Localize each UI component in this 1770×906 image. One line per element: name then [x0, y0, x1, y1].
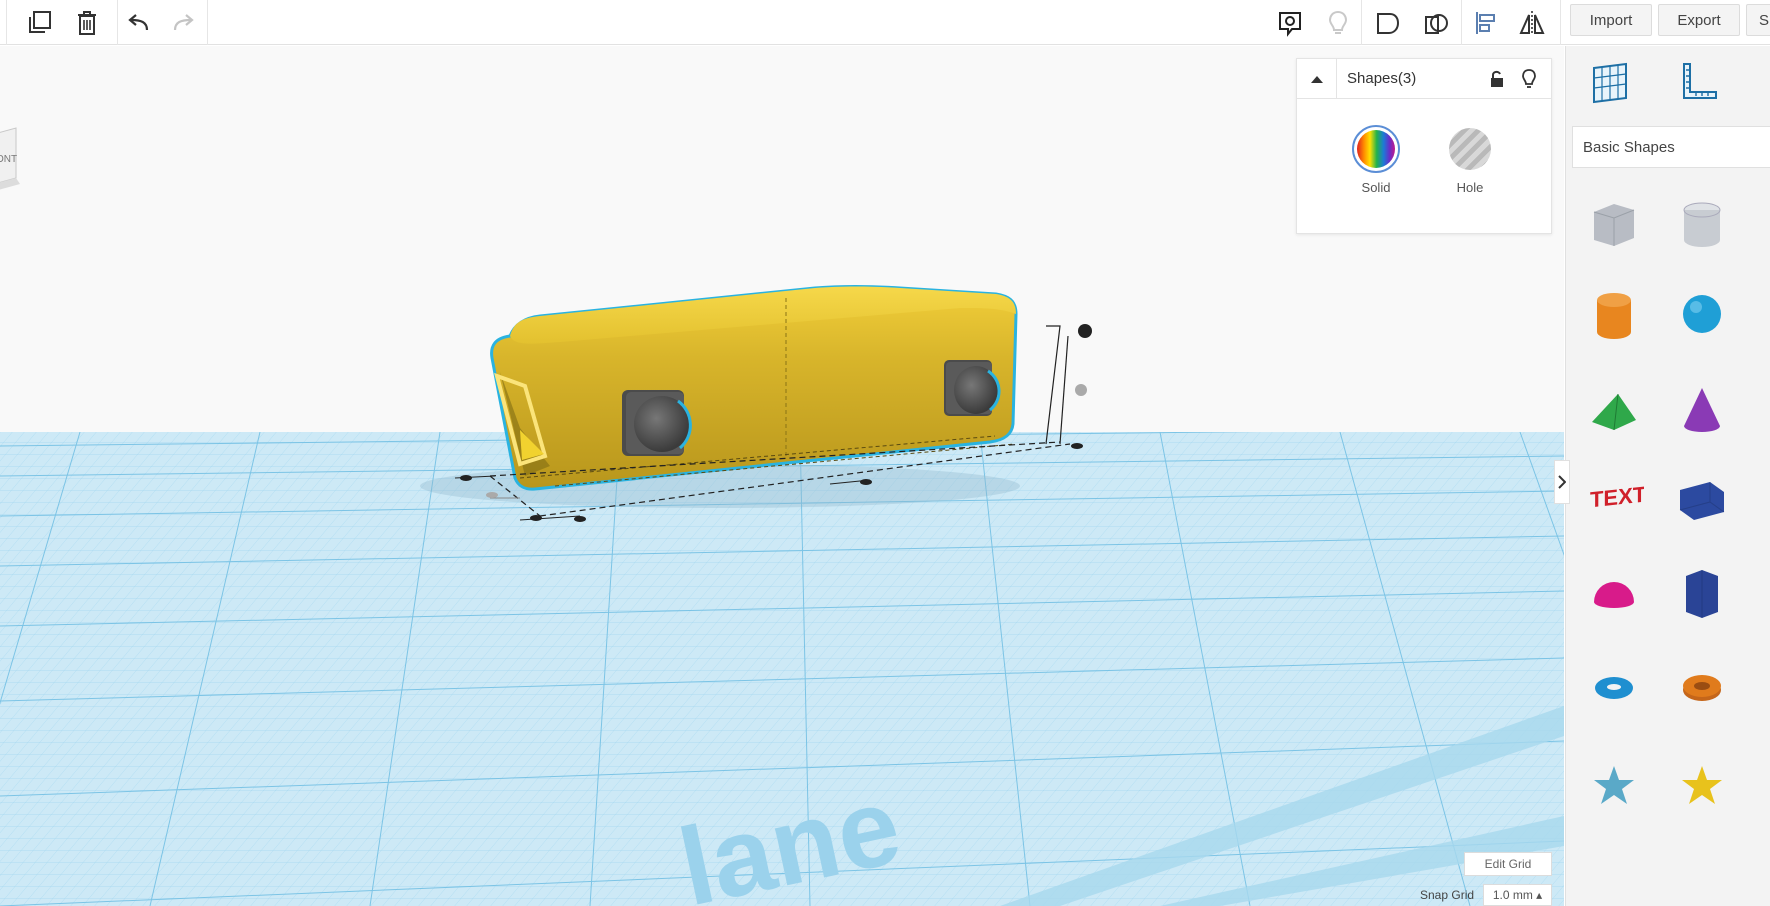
- solid-label: Solid: [1361, 180, 1391, 195]
- shape-box[interactable]: [1672, 470, 1732, 530]
- cylinder-hole-icon: [1683, 202, 1721, 247]
- shape-star-blue[interactable]: [1584, 756, 1644, 816]
- toolbar-divider: [6, 0, 7, 45]
- box-hole-icon: [1593, 204, 1635, 246]
- visibility-button[interactable]: [1515, 65, 1543, 93]
- snap-grid-select[interactable]: 1.0 mm ▴: [1483, 884, 1552, 906]
- ruler-tool-button[interactable]: [1674, 58, 1722, 106]
- shape-text[interactable]: TEXT: [1584, 470, 1644, 530]
- torus-icon: [1595, 677, 1633, 699]
- shape-inspector: Shapes(3) Solid Hole: [1296, 58, 1552, 234]
- shape-cylinder[interactable]: [1584, 284, 1644, 344]
- top-toolbar: Import Export S: [0, 0, 1770, 45]
- shape-half-sphere[interactable]: [1584, 564, 1644, 624]
- import-button[interactable]: Import: [1570, 4, 1652, 36]
- hole-label: Hole: [1456, 180, 1484, 195]
- shape-tube[interactable]: [1672, 658, 1732, 718]
- toolbar-divider: [1560, 0, 1561, 45]
- height-handle[interactable]: [1078, 324, 1092, 338]
- ruler-icon: [1683, 63, 1717, 99]
- half-sphere-icon: [1594, 582, 1634, 608]
- unlock-icon: [1491, 70, 1503, 87]
- ungroup-button[interactable]: [1418, 5, 1454, 41]
- undo-icon: [128, 14, 149, 31]
- snap-grid-label: Snap Grid: [1420, 888, 1475, 902]
- cylinder-icon: [1597, 293, 1631, 339]
- star-yellow-icon: [1682, 766, 1722, 804]
- group-icon: [1377, 13, 1400, 34]
- right-button-part[interactable]: [944, 360, 1001, 416]
- caret-up-icon: [1310, 76, 1323, 83]
- shape-polygon[interactable]: [1672, 564, 1732, 624]
- sphere-icon: [1683, 295, 1721, 333]
- mirror-icon: [1519, 11, 1545, 35]
- align-button[interactable]: [1468, 5, 1504, 41]
- view-cube-front-label: ONT: [0, 154, 17, 165]
- mirror-button[interactable]: [1514, 5, 1550, 41]
- workplane-icon: [1593, 62, 1627, 104]
- toolbar-divider: [117, 0, 118, 45]
- toolbar-divider: [207, 0, 208, 45]
- copy-button[interactable]: [22, 5, 58, 41]
- polygon-icon: [1686, 570, 1718, 618]
- trash-icon: [78, 11, 96, 35]
- star-blue-icon: [1594, 766, 1634, 804]
- shape-sphere[interactable]: [1672, 284, 1732, 344]
- inspector-header: Shapes(3): [1297, 59, 1551, 99]
- cone-icon: [1684, 388, 1720, 432]
- tinkercad-editor: Import Export S lane NT Shapes(3) Solid …: [0, 0, 1770, 906]
- shape-category-select[interactable]: Basic Shapes: [1572, 126, 1770, 168]
- lightbulb-button[interactable]: [1320, 5, 1356, 41]
- inspector-title: Shapes(3): [1347, 70, 1417, 87]
- notes-toggle-button[interactable]: [1272, 5, 1308, 41]
- align-icon: [1476, 12, 1495, 34]
- shape-roof[interactable]: [1584, 380, 1644, 440]
- lightbulb-icon: [1522, 69, 1536, 88]
- hole-swatch[interactable]: [1449, 128, 1491, 170]
- text-icon: TEXT: [1590, 481, 1644, 512]
- box-icon: [1679, 482, 1725, 520]
- shape-cone[interactable]: [1672, 380, 1732, 440]
- svg-text:TEXT: TEXT: [1590, 481, 1644, 512]
- left-button-part[interactable]: [622, 390, 692, 456]
- panel-toggle-button[interactable]: [1554, 460, 1570, 504]
- lock-button[interactable]: [1483, 65, 1511, 93]
- redo-icon: [173, 14, 194, 31]
- toolbar-divider: [1461, 0, 1462, 45]
- view-cube[interactable]: ONT: [0, 126, 24, 201]
- shape-star-yellow[interactable]: [1672, 756, 1732, 816]
- redo-button[interactable]: [166, 5, 202, 41]
- notes-icon: [1279, 12, 1301, 37]
- tube-icon: [1683, 675, 1721, 701]
- roof-icon: [1592, 393, 1636, 431]
- chevron-right-icon: [1558, 475, 1566, 489]
- inspector-collapse-button[interactable]: [1297, 59, 1337, 99]
- toolbar-divider: [1361, 0, 1362, 45]
- group-button[interactable]: [1370, 5, 1406, 41]
- lightbulb-icon: [1328, 10, 1348, 34]
- workplane-tool-button[interactable]: [1586, 58, 1634, 106]
- copy-icon: [29, 11, 51, 33]
- export-button[interactable]: Export: [1658, 4, 1740, 36]
- delete-button[interactable]: [69, 5, 105, 41]
- shapes-library-panel: Basic Shapes TEXT: [1565, 46, 1770, 906]
- ungroup-icon: [1425, 14, 1448, 34]
- shape-torus[interactable]: [1584, 658, 1644, 718]
- undo-button[interactable]: [120, 5, 156, 41]
- send-to-button[interactable]: S: [1746, 4, 1770, 36]
- edit-grid-button[interactable]: Edit Grid: [1464, 852, 1552, 876]
- solid-color-swatch[interactable]: [1352, 125, 1400, 173]
- shape-box-hole[interactable]: [1584, 194, 1644, 254]
- shape-cylinder-hole[interactable]: [1672, 194, 1732, 254]
- elevation-handle[interactable]: [1075, 384, 1087, 396]
